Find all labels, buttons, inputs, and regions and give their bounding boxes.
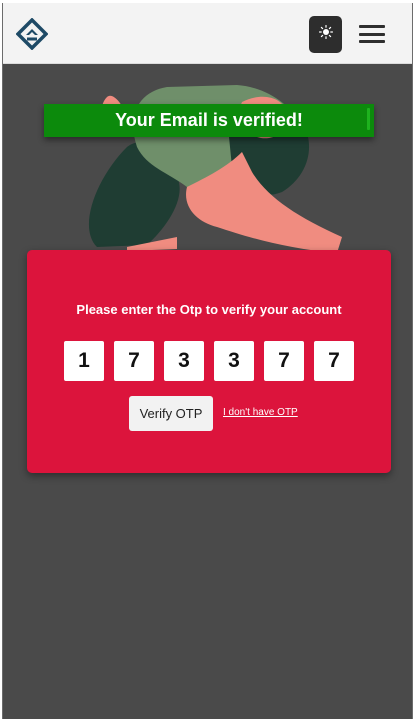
- otp-digit-input[interactable]: 1: [64, 341, 104, 381]
- theme-toggle-button[interactable]: [309, 16, 342, 53]
- otp-digit-input[interactable]: 7: [264, 341, 304, 381]
- otp-card: Please enter the Otp to verify your acco…: [27, 250, 391, 473]
- banner-message: Your Email is verified!: [115, 110, 303, 130]
- sun-icon: [318, 24, 333, 44]
- logo-icon[interactable]: [15, 17, 49, 51]
- app-frame: Your Email is verified! Please enter the…: [2, 3, 413, 719]
- otp-prompt: Please enter the Otp to verify your acco…: [76, 302, 342, 317]
- otp-digit-input[interactable]: 3: [164, 341, 204, 381]
- hamburger-menu-icon[interactable]: [357, 23, 387, 45]
- no-otp-link[interactable]: I don't have OTP: [223, 407, 298, 418]
- banner-indicator: [367, 108, 370, 130]
- email-verified-banner: Your Email is verified!: [44, 104, 374, 137]
- otp-digit-input[interactable]: 3: [214, 341, 254, 381]
- verify-otp-button[interactable]: Verify OTP: [129, 396, 213, 431]
- otp-digit-input[interactable]: 7: [314, 341, 354, 381]
- navbar: [3, 3, 412, 64]
- otp-digit-input[interactable]: 7: [114, 341, 154, 381]
